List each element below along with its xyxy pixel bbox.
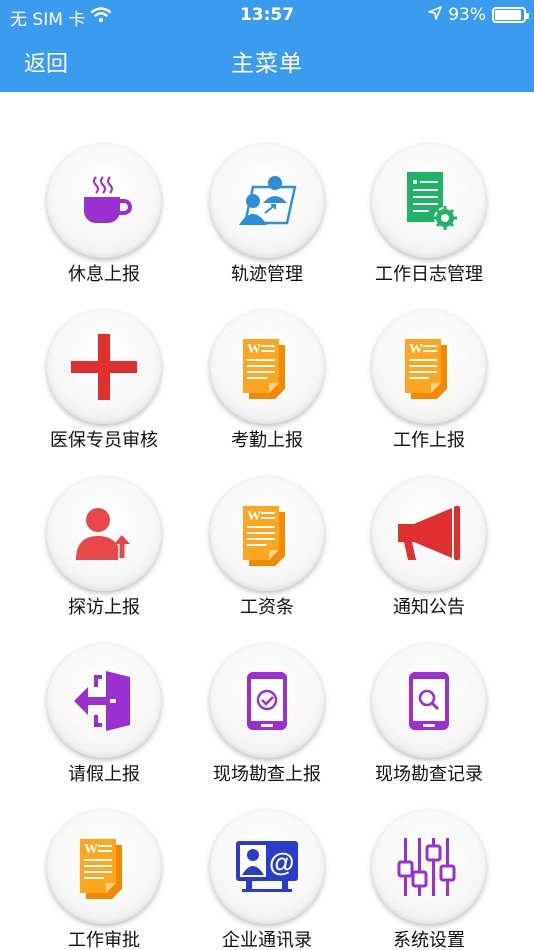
document-settings-icon <box>401 170 457 232</box>
battery-icon <box>492 7 529 23</box>
menu-item-label: 请假上报 <box>68 764 140 785</box>
menu-icon-circle <box>372 144 486 258</box>
word-document-icon: W <box>76 835 132 899</box>
menu-icon-circle <box>210 644 324 758</box>
word-document-icon: W <box>239 502 295 566</box>
menu-item-track-management[interactable]: 轨迹管理 <box>182 140 352 300</box>
menu-icon-circle <box>47 310 161 424</box>
sliders-icon <box>397 836 461 898</box>
menu-item-label: 现场勘查记录 <box>375 764 483 785</box>
menu-item-company-directory[interactable]: @ 企业通讯录 <box>182 806 352 950</box>
header: 无 SIM 卡 13:57 93% 返回 主菜单 <box>0 0 534 92</box>
menu-item-label: 工资条 <box>240 597 294 618</box>
person-upload-icon <box>74 504 134 564</box>
exit-door-icon <box>72 669 136 733</box>
menu-icon-circle <box>47 644 161 758</box>
menu-item-label: 轨迹管理 <box>231 264 303 285</box>
menu-item-label: 工作上报 <box>393 430 465 451</box>
word-document-icon: W <box>401 335 457 399</box>
menu-icon-circle <box>47 477 161 591</box>
menu-item-leave-report[interactable]: 请假上报 <box>19 640 189 800</box>
menu-item-label: 工作审批 <box>68 930 140 950</box>
menu-item-label: 考勤上报 <box>231 430 303 451</box>
menu-item-label: 系统设置 <box>393 930 465 950</box>
menu-item-work-report[interactable]: W 工作上报 <box>344 306 514 466</box>
menu-item-label: 休息上报 <box>68 264 140 285</box>
svg-text:@: @ <box>269 847 294 877</box>
menu-icon-circle <box>210 144 324 258</box>
phone-check-icon <box>245 670 289 732</box>
page-title: 主菜单 <box>231 51 303 77</box>
menu-icon-circle <box>372 477 486 591</box>
status-bar: 无 SIM 卡 13:57 93% <box>0 0 534 30</box>
menu-icon-circle <box>47 144 161 258</box>
red-cross-icon <box>71 334 137 400</box>
menu-item-site-survey-report[interactable]: 现场勘查上报 <box>182 640 352 800</box>
menu-item-work-approval[interactable]: W 工作审批 <box>19 806 189 950</box>
coffee-cup-icon <box>76 173 132 229</box>
menu-icon-circle: W <box>372 310 486 424</box>
menu-icon-circle: W <box>47 810 161 924</box>
menu-icon-circle: @ <box>210 810 324 924</box>
menu-icon-circle: W <box>210 477 324 591</box>
svg-text:W: W <box>84 842 98 857</box>
menu-item-system-settings[interactable]: 系统设置 <box>344 806 514 950</box>
presentation-people-icon <box>235 173 299 229</box>
word-document-icon: W <box>239 335 295 399</box>
contact-card-icon: @ <box>234 839 300 895</box>
menu-item-label: 通知公告 <box>393 597 465 618</box>
battery-percent: 93% <box>448 5 486 25</box>
menu-item-label: 企业通讯录 <box>222 930 312 950</box>
menu-item-visit-report[interactable]: 探访上报 <box>19 473 189 633</box>
menu-item-label: 医保专员审核 <box>50 430 158 451</box>
menu-icon-circle: W <box>210 310 324 424</box>
location-arrow-icon <box>428 5 443 25</box>
menu-item-work-log-management[interactable]: 工作日志管理 <box>344 140 514 300</box>
phone-search-icon <box>407 670 451 732</box>
menu-icon-circle <box>372 810 486 924</box>
menu-icon-circle <box>372 644 486 758</box>
menu-item-label: 现场勘查上报 <box>213 764 321 785</box>
menu-item-label: 工作日志管理 <box>375 264 483 285</box>
menu-item-medical-insurance-review[interactable]: 医保专员审核 <box>19 306 189 466</box>
battery-fill <box>495 10 522 20</box>
status-right: 93% <box>428 5 529 25</box>
menu-item-rest-report[interactable]: 休息上报 <box>19 140 189 300</box>
menu-item-payslip[interactable]: W 工资条 <box>182 473 352 633</box>
menu-item-notice-bulletin[interactable]: 通知公告 <box>344 473 514 633</box>
svg-text:W: W <box>409 342 423 357</box>
menu-item-attendance-report[interactable]: W 考勤上报 <box>182 306 352 466</box>
menu-item-site-survey-records[interactable]: 现场勘查记录 <box>344 640 514 800</box>
svg-text:W: W <box>247 342 261 357</box>
menu-item-label: 探访上报 <box>68 597 140 618</box>
svg-text:W: W <box>247 509 261 524</box>
megaphone-icon <box>396 504 462 564</box>
